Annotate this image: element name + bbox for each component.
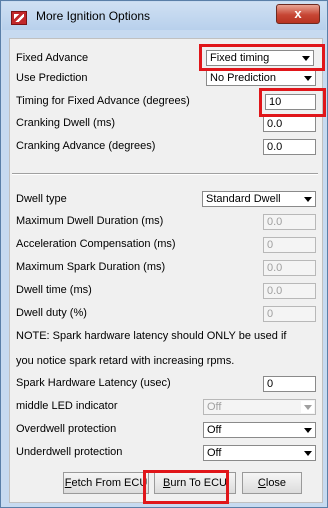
title-bar[interactable]: More Ignition Options x bbox=[2, 2, 326, 30]
dwell-duty-input: 0 bbox=[263, 306, 316, 322]
chevron-down-icon[interactable] bbox=[301, 193, 314, 205]
use-prediction-value: No Prediction bbox=[210, 72, 277, 84]
window-close-button[interactable]: x bbox=[276, 4, 320, 24]
app-icon bbox=[11, 11, 27, 25]
row-underdwell: Underdwell protection Off bbox=[10, 442, 322, 462]
note-text-2: you notice spark retard with increasing … bbox=[16, 355, 235, 367]
close-label: lose bbox=[265, 477, 287, 489]
max-spark-label: Maximum Spark Duration (ms) bbox=[16, 261, 166, 273]
highlight-box-timing bbox=[259, 88, 326, 117]
underdwell-label: Underdwell protection bbox=[16, 446, 123, 458]
latency-note-line-1: NOTE: Spark hardware latency should ONLY… bbox=[10, 326, 322, 346]
max-dwell-input: 0.0 bbox=[263, 214, 316, 230]
note-text-1: NOTE: Spark hardware latency should ONLY… bbox=[16, 330, 287, 342]
fetch-label: etch From ECU bbox=[71, 477, 148, 489]
use-prediction-label: Use Prediction bbox=[16, 72, 88, 84]
dwell-time-input: 0.0 bbox=[263, 283, 316, 299]
max-dwell-label: Maximum Dwell Duration (ms) bbox=[16, 215, 164, 227]
cranking-advance-input[interactable]: 0.0 bbox=[263, 139, 316, 155]
middle-led-value: Off bbox=[207, 401, 222, 413]
row-dwell-type: Dwell type Standard Dwell bbox=[10, 189, 322, 209]
close-button[interactable]: Close bbox=[242, 472, 302, 494]
max-spark-input: 0.0 bbox=[263, 260, 316, 276]
overdwell-value: Off bbox=[207, 424, 222, 436]
row-use-prediction: Use Prediction No Prediction bbox=[10, 68, 322, 88]
row-spark-latency: Spark Hardware Latency (usec) 0 bbox=[10, 373, 322, 393]
overdwell-select[interactable]: Off bbox=[203, 422, 316, 438]
row-middle-led: middle LED indicator Off bbox=[10, 396, 322, 416]
cranking-dwell-input[interactable]: 0.0 bbox=[263, 116, 316, 132]
dialog-window: More Ignition Options x Fixed Advance Fi… bbox=[0, 0, 328, 508]
chevron-down-icon bbox=[301, 401, 314, 413]
accel-comp-input: 0 bbox=[263, 237, 316, 253]
spark-latency-label: Spark Hardware Latency (usec) bbox=[16, 377, 171, 389]
row-accel-comp: Acceleration Compensation (ms) 0 bbox=[10, 234, 322, 254]
dwell-time-label: Dwell time (ms) bbox=[16, 284, 92, 296]
row-max-dwell: Maximum Dwell Duration (ms) 0.0 bbox=[10, 211, 322, 231]
middle-led-select: Off bbox=[203, 399, 316, 415]
row-cranking-advance: Cranking Advance (degrees) 0.0 bbox=[10, 136, 322, 156]
chevron-down-icon[interactable] bbox=[301, 447, 314, 459]
middle-led-label: middle LED indicator bbox=[16, 400, 118, 412]
dwell-type-label: Dwell type bbox=[16, 193, 67, 205]
dwell-type-select[interactable]: Standard Dwell bbox=[202, 191, 316, 207]
accel-comp-label: Acceleration Compensation (ms) bbox=[16, 238, 176, 250]
underdwell-value: Off bbox=[207, 447, 222, 459]
chevron-down-icon[interactable] bbox=[301, 72, 314, 84]
use-prediction-select[interactable]: No Prediction bbox=[206, 70, 316, 86]
row-dwell-duty: Dwell duty (%) 0 bbox=[10, 303, 322, 323]
row-max-spark: Maximum Spark Duration (ms) 0.0 bbox=[10, 257, 322, 277]
section-divider bbox=[12, 173, 318, 175]
window-title: More Ignition Options bbox=[36, 9, 151, 23]
fixed-advance-label: Fixed Advance bbox=[16, 52, 89, 64]
row-dwell-time: Dwell time (ms) 0.0 bbox=[10, 280, 322, 300]
cranking-advance-label: Cranking Advance (degrees) bbox=[16, 140, 156, 152]
latency-note-line-2: you notice spark retard with increasing … bbox=[10, 351, 322, 371]
underdwell-select[interactable]: Off bbox=[203, 445, 316, 461]
spark-latency-input[interactable]: 0 bbox=[263, 376, 316, 392]
dwell-type-value: Standard Dwell bbox=[206, 193, 281, 205]
timing-fixed-label: Timing for Fixed Advance (degrees) bbox=[16, 95, 190, 107]
overdwell-label: Overdwell protection bbox=[16, 423, 117, 435]
highlight-box-burn bbox=[143, 470, 229, 504]
cranking-dwell-label: Cranking Dwell (ms) bbox=[16, 117, 116, 129]
chevron-down-icon[interactable] bbox=[301, 424, 314, 436]
dwell-duty-label: Dwell duty (%) bbox=[16, 307, 87, 319]
row-overdwell: Overdwell protection Off bbox=[10, 419, 322, 439]
close-mnemonic: C bbox=[257, 477, 266, 489]
highlight-box-fixed-advance bbox=[199, 44, 325, 71]
fetch-from-ecu-button[interactable]: Fetch From ECU bbox=[63, 472, 149, 494]
